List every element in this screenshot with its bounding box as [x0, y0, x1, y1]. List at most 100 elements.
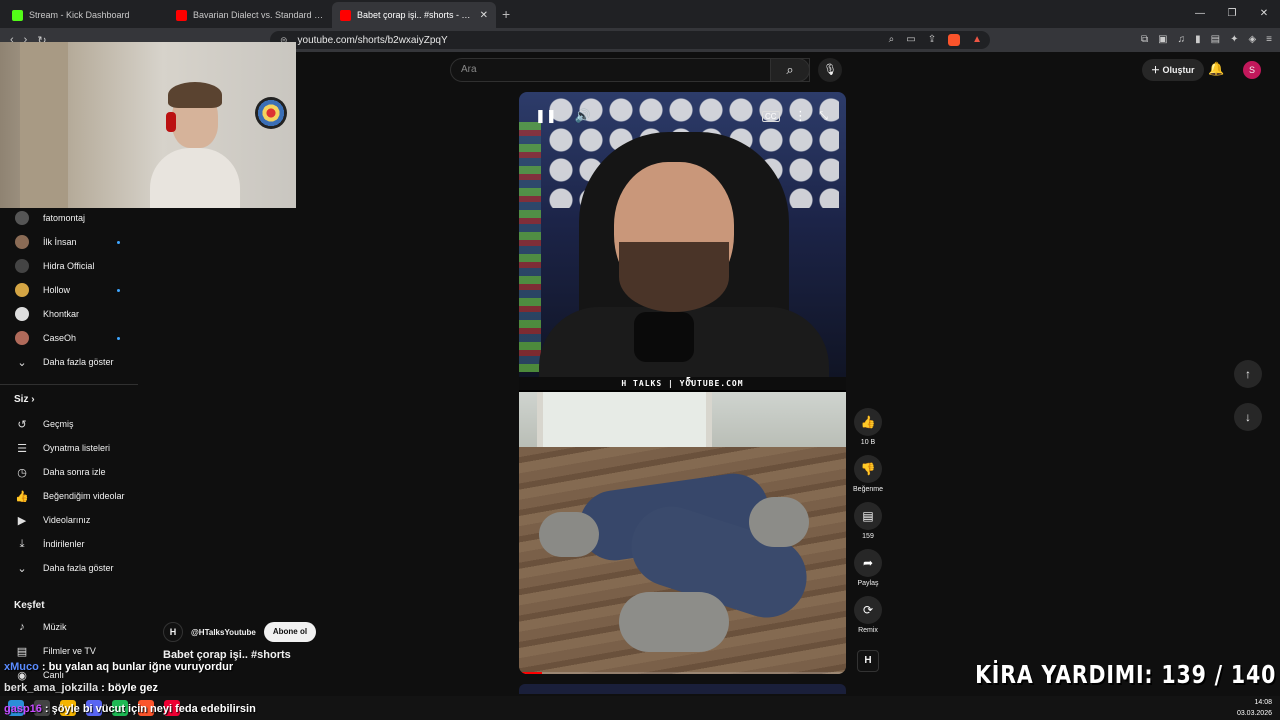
address-bar[interactable]: ⊜ youtube.com/shorts/b2wxaiyZpqY ⌕ ▭ ⇪ ▲: [270, 31, 990, 49]
tab-title: Babet çorap işi.. #shorts - YouTube: [357, 10, 474, 20]
voice-search-button[interactable]: 🎙: [818, 58, 842, 82]
thumbs-up-icon: 👍: [854, 408, 882, 436]
comments-button[interactable]: ▤ 159: [852, 502, 884, 540]
sidebar-item-label: Filmler ve TV: [43, 646, 96, 656]
chevron-down-icon: ⌄: [17, 356, 27, 369]
extensions-icon[interactable]: ⧉: [1141, 34, 1148, 45]
share-label: Paylaş: [857, 580, 879, 587]
subscription-label: Hollow: [43, 285, 71, 295]
fullscreen-icon[interactable]: ⤡: [819, 110, 828, 123]
url-text: youtube.com/shorts/b2wxaiyZpqY: [297, 34, 448, 46]
subscribe-button[interactable]: Abone ol: [263, 622, 317, 642]
music-icon: ♪: [19, 621, 25, 633]
dislike-label: Beğenme: [853, 486, 883, 493]
subscription-item[interactable]: fatomontaj: [0, 208, 138, 228]
comment-icon: ▤: [854, 502, 882, 530]
sidebar-item-label: Videolarınız: [43, 515, 91, 525]
share-page-icon[interactable]: ⇪: [928, 34, 936, 46]
divider: [0, 384, 138, 385]
sidebar-item[interactable]: 👍 Beğendiğim videolar: [0, 486, 138, 506]
search-button[interactable]: ⌕: [770, 58, 810, 82]
browser-tab[interactable]: Stream - Kick Dashboard: [4, 2, 168, 28]
chevron-down-icon: ⌄: [17, 562, 27, 575]
media-icon[interactable]: ♫: [1178, 34, 1186, 45]
notifications-icon[interactable]: 🔔: [1208, 61, 1224, 77]
sidebar-item[interactable]: ▤ Filmler ve TV: [0, 641, 138, 661]
arrow-down-icon: ↓: [1245, 410, 1251, 424]
minimize-icon[interactable]: —: [1184, 0, 1216, 28]
browser-tab[interactable]: Bavarian Dialect vs. Standard German: [168, 2, 332, 28]
dartboard: [255, 97, 287, 129]
previous-short-button[interactable]: ↑: [1234, 360, 1262, 388]
cast-icon[interactable]: ▭: [906, 34, 915, 46]
subscription-item[interactable]: İlk İnsan: [0, 232, 138, 252]
search-input[interactable]: Ara: [450, 58, 810, 82]
zoom-icon[interactable]: ⌕: [889, 34, 895, 46]
sidebar-item[interactable]: ▶ Videolarınız: [0, 510, 138, 530]
channel-row: H @HTalksYoutube Abone ol: [163, 622, 317, 642]
video-icon: ▶: [17, 514, 27, 527]
chat-message: berk_ama_jokzilla: böyle gez: [4, 682, 304, 694]
dislike-button[interactable]: 👎 Beğenme: [852, 455, 884, 493]
you-heading[interactable]: Siz ›: [14, 394, 35, 405]
channel-name[interactable]: @HTalksYoutube: [191, 628, 256, 637]
short-title[interactable]: Babet çorap işi.. #shorts: [163, 649, 291, 661]
sidebar-toggle-icon[interactable]: ▮: [1195, 34, 1201, 45]
film-icon: ▤: [16, 645, 28, 658]
browser-tab-strip: Stream - Kick Dashboard Bavarian Dialect …: [0, 0, 1280, 28]
sidebar-item[interactable]: ⤓ İndirilenler: [0, 534, 138, 554]
channel-badge[interactable]: H: [857, 650, 879, 672]
browser-tab[interactable]: Babet çorap işi.. #shorts - YouTube ✕: [332, 2, 496, 28]
subscription-item[interactable]: Hidra Official: [0, 256, 138, 276]
next-short-button[interactable]: ↓: [1234, 403, 1262, 431]
sidebar-item-label: Müzik: [43, 622, 67, 632]
more-options-icon[interactable]: ⋮: [794, 108, 807, 124]
shorts-player[interactable]: ❚❚ 🔊 CC ⋮ ⤡ H TALKS | YOUTUBE.COM: [519, 92, 846, 674]
next-short-preview[interactable]: [519, 684, 846, 694]
sidebar: fatomontaj İlk İnsan Hidra Official Hollow K…: [0, 208, 138, 720]
share-button[interactable]: ➦ Paylaş: [852, 549, 884, 587]
channel-avatar[interactable]: H: [163, 622, 183, 642]
subscription-item[interactable]: Hollow: [0, 280, 138, 300]
captions-icon[interactable]: CC: [762, 111, 780, 122]
sidebar-item[interactable]: ☰ Oynatma listeleri: [0, 438, 138, 458]
video-progress[interactable]: [519, 672, 846, 674]
volume-icon[interactable]: 🔊: [575, 108, 591, 124]
vpn-icon[interactable]: ◈: [1248, 34, 1256, 45]
search-icon: ⌕: [786, 62, 794, 77]
sidebar-item[interactable]: ♪ Müzik: [0, 617, 138, 637]
player-controls: ❚❚ 🔊: [535, 108, 591, 124]
subscription-item[interactable]: Khontkar: [0, 304, 138, 324]
new-content-dot: [117, 288, 120, 292]
chat-text: : bu yalan aq bunlar iğne vuruyordur: [41, 661, 234, 673]
sidebar-item[interactable]: ◷ Daha sonra izle: [0, 462, 138, 482]
remix-icon: ⟳: [854, 596, 882, 624]
like-button[interactable]: 👍 10 B: [852, 408, 884, 446]
pause-icon[interactable]: ❚❚: [535, 108, 557, 124]
tab-title: Stream - Kick Dashboard: [29, 10, 130, 20]
rent-label: KİRA YARDIMI:: [974, 660, 1154, 689]
create-button[interactable]: ＋ Oluştur: [1142, 59, 1204, 81]
account-avatar[interactable]: S: [1243, 61, 1261, 79]
subscription-item[interactable]: CaseOh: [0, 328, 138, 348]
screenshot-icon[interactable]: ▣: [1158, 34, 1167, 45]
wallet-icon[interactable]: ▤: [1211, 34, 1220, 45]
show-more-you[interactable]: ⌄ Daha fazla göster: [0, 558, 138, 578]
remix-button[interactable]: ⟳ Remix: [852, 596, 884, 634]
close-window-icon[interactable]: ✕: [1248, 0, 1280, 28]
channel-avatar: [15, 259, 29, 273]
sidebar-item[interactable]: ↺ Geçmiş: [0, 414, 138, 434]
show-more-subscriptions[interactable]: ⌄ Daha fazla göster: [0, 352, 138, 372]
clock-time: 14:08: [1254, 699, 1272, 706]
brave-rewards-icon[interactable]: ▲: [972, 34, 982, 46]
menu-icon[interactable]: ≡: [1266, 34, 1272, 45]
restore-icon[interactable]: ❐: [1216, 0, 1248, 28]
brave-shields-icon[interactable]: [948, 34, 961, 46]
new-content-dot: [117, 240, 120, 244]
rent-counter: KİRA YARDIMI: 139 / 140: [975, 660, 1276, 689]
new-tab-icon[interactable]: +: [502, 6, 510, 22]
leo-ai-icon[interactable]: ✦: [1230, 34, 1238, 45]
subscription-label: İlk İnsan: [43, 237, 77, 247]
close-tab-icon[interactable]: ✕: [480, 10, 488, 21]
comment-count: 159: [862, 533, 874, 540]
